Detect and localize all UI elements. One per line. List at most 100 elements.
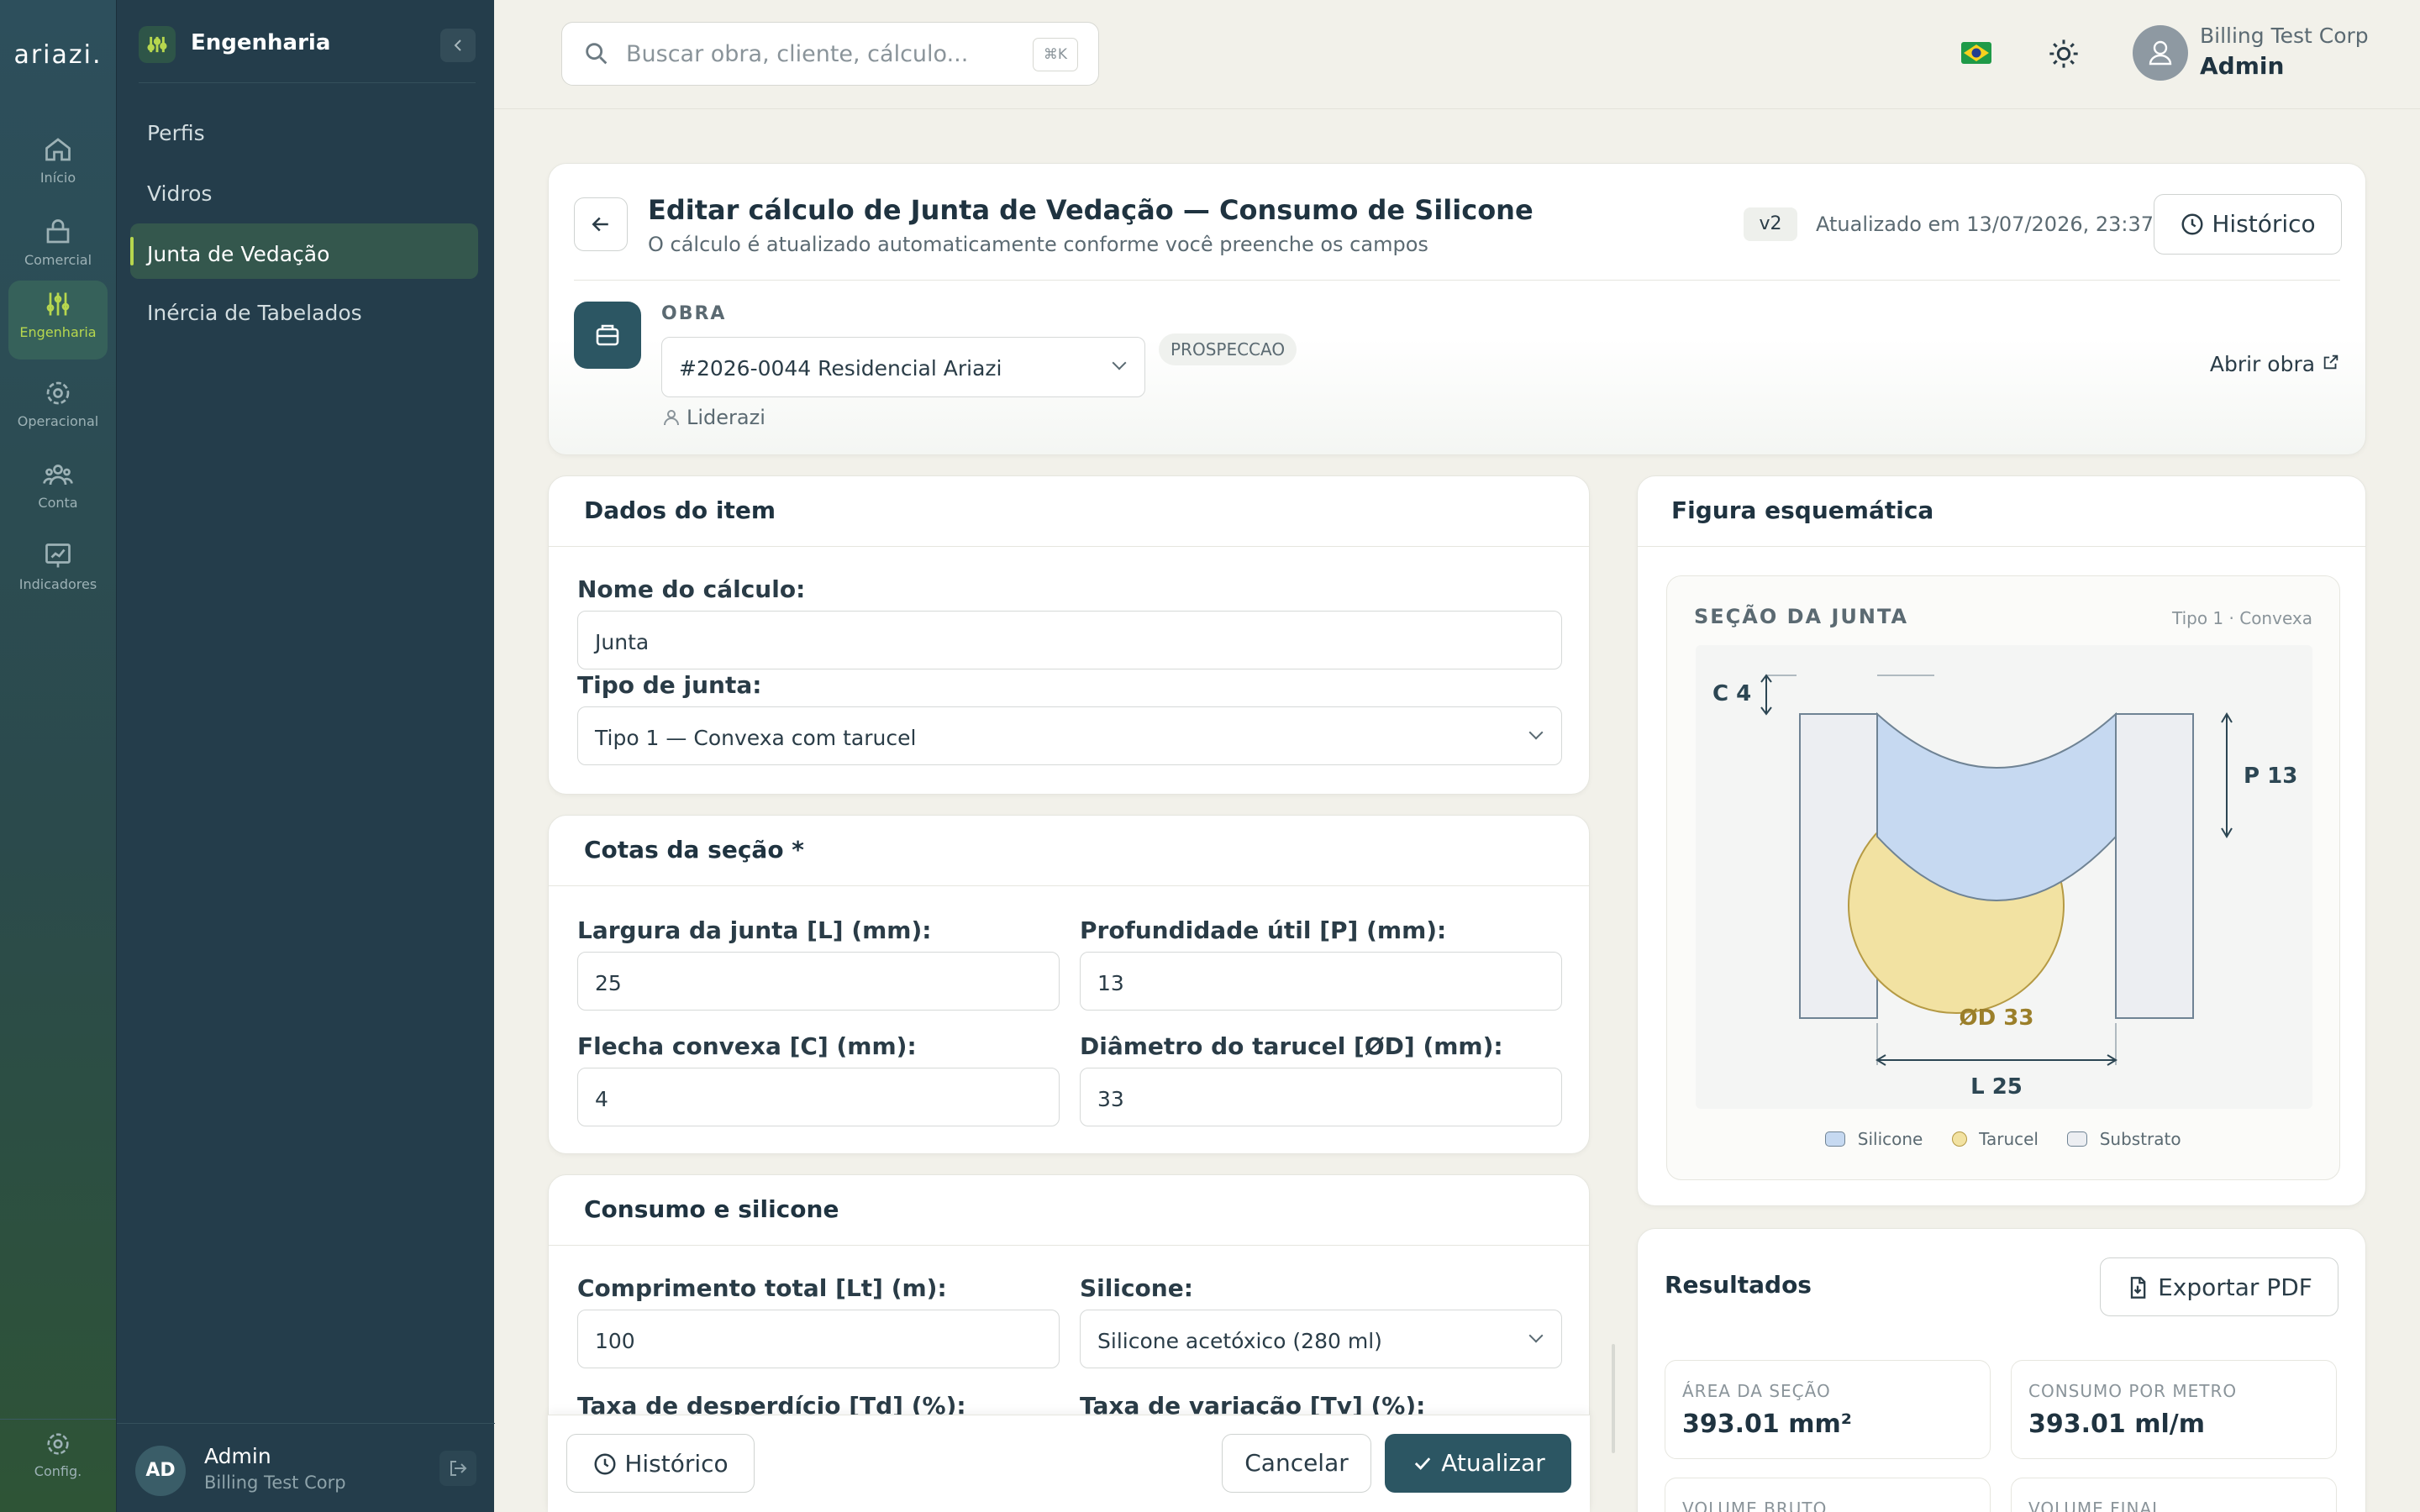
arrow-left-icon [592, 217, 608, 232]
kpi-value: 393.01 ml/m [2028, 1410, 2205, 1439]
kpi-label: CONSUMO POR METRO [2028, 1381, 2238, 1401]
rail-label: Engenharia [19, 324, 97, 340]
diameter-input[interactable]: 33 [1080, 1068, 1562, 1126]
panel-item-perfis[interactable]: Perfis [130, 102, 478, 158]
sun-icon [2049, 39, 2078, 68]
clock-icon [2181, 213, 2203, 235]
clock-icon [594, 1453, 616, 1475]
dim-c: C 4 [1712, 681, 1751, 706]
kpi-label: VOLUME BRUTO [1682, 1499, 1828, 1512]
results-card: Resultados Exportar PDF ÁREA DA SEÇÃO 39… [1637, 1228, 2366, 1512]
joint-type-caption: Tipo 1 · Convexa [2171, 608, 2312, 628]
bag-icon [46, 219, 70, 244]
user-name: Admin [2200, 52, 2285, 80]
schematic-legend: Silicone Tarucel Substrato [1667, 1127, 2339, 1149]
chart-icon [45, 543, 71, 568]
obra-owner: Liderazi [687, 406, 765, 429]
legend-tarucel: Tarucel [1979, 1128, 2039, 1149]
rail-item-comercial[interactable]: Comercial [8, 208, 108, 284]
panel-item-vidros[interactable]: Vidros [130, 163, 478, 218]
silicone-label: Silicone: [1080, 1274, 1193, 1302]
section-panel: Engenharia Perfis Vidros Junta de Vedaçã… [116, 0, 495, 1512]
search-icon [586, 43, 608, 65]
gear-icon [46, 381, 70, 405]
check-icon [1415, 1457, 1431, 1470]
obra-select[interactable]: #2026-0044 Residencial Ariazi [661, 337, 1145, 397]
schematic-title: Figura esquemática [1671, 496, 1934, 524]
search-input[interactable]: Buscar obra, cliente, cálculo... ⌘K [561, 22, 1099, 86]
open-obra-label: Abrir obra [2209, 352, 2316, 376]
item-data-card: Dados do item Nome do cálculo: Junta Tip… [548, 475, 1590, 795]
total-length-label: Comprimento total [Lt] (m): [577, 1274, 947, 1302]
users-icon [43, 465, 73, 486]
rail-label: Indicadores [18, 576, 97, 592]
dimensions-card-title: Cotas da seção * [584, 836, 804, 864]
shortcut-badge: ⌘K [1033, 38, 1078, 71]
action-bar: Histórico Cancelar Atualizar [548, 1415, 1590, 1512]
rail-label: Operacional [17, 413, 99, 429]
sliders-icon [139, 26, 176, 63]
kpi-value: 393.01 mm² [1682, 1410, 1852, 1439]
logout-button[interactable] [439, 1451, 476, 1486]
external-link-icon [2323, 354, 2338, 370]
substrate-right [2115, 713, 2194, 1019]
dim-d: ØD 33 [1960, 1005, 2034, 1031]
joint-section-label: SEÇÃO DA JUNTA [1694, 605, 1909, 628]
silicone-select[interactable]: Silicone acetóxico (280 ml) [1080, 1310, 1562, 1368]
kpi-consumption: CONSUMO POR METRO 393.01 ml/m [2011, 1360, 2337, 1459]
export-pdf-button[interactable]: Exportar PDF [2100, 1257, 2338, 1316]
rail-item-operacional[interactable]: Operacional [8, 370, 108, 445]
obra-status-badge: PROSPECCAO [1159, 333, 1297, 365]
calc-name-label: Nome do cálculo: [577, 575, 806, 603]
schematic-card: Figura esquemática SEÇÃO DA JUNTA Tipo 1… [1637, 475, 2366, 1206]
panel-item-junta-de-vedacao[interactable]: Junta de Vedação [130, 223, 478, 279]
update-button-label: Atualizar [1441, 1449, 1545, 1477]
page-title: Editar cálculo de Junta de Vedação — Con… [648, 194, 1534, 226]
footer-history-button[interactable]: Histórico [566, 1434, 755, 1493]
home-icon [45, 138, 71, 161]
user-avatar[interactable] [2133, 25, 2188, 81]
rail-item-inicio[interactable]: Início [8, 126, 108, 202]
obra-label: OBRA [661, 303, 727, 324]
rail-item-indicadores[interactable]: Indicadores [8, 533, 108, 608]
rail-label: Comercial [24, 252, 92, 268]
theme-toggle-button[interactable] [2047, 37, 2081, 74]
width-input[interactable]: 25 [577, 952, 1060, 1011]
rail-label: Conta [38, 495, 78, 511]
total-length-input[interactable]: 100 [577, 1310, 1060, 1368]
open-obra-link[interactable]: Abrir obra [2210, 352, 2340, 376]
collapse-panel-button[interactable] [440, 29, 476, 62]
search-placeholder: Buscar obra, cliente, cálculo... [626, 41, 969, 67]
rail-item-conta[interactable]: Conta [8, 451, 108, 527]
depth-input[interactable]: 13 [1080, 952, 1562, 1011]
cancel-button[interactable]: Cancelar [1222, 1434, 1371, 1493]
panel-item-inercia-de-tabelados[interactable]: Inércia de Tabelados [130, 282, 478, 338]
kpi-area: ÁREA DA SEÇÃO 393.01 mm² [1665, 1360, 1991, 1459]
sliders-icon [46, 292, 70, 316]
diameter-label: Diâmetro do tarucel [ØD] (mm): [1080, 1032, 1503, 1060]
update-button[interactable]: Atualizar [1385, 1434, 1571, 1493]
panel-user-name: Admin [204, 1444, 271, 1468]
history-button[interactable]: Histórico [2154, 194, 2342, 255]
panel-user-org: Billing Test Corp [204, 1473, 346, 1493]
user-icon [2149, 40, 2172, 66]
back-button[interactable] [574, 197, 628, 251]
legend-silicone: Silicone [1857, 1128, 1923, 1149]
page-subtitle: O cálculo é atualizado automaticamente c… [648, 233, 1428, 256]
dim-p: P 13 [2244, 764, 2297, 789]
app-rail: ariazi. Início Comercial Engenharia Oper… [0, 0, 116, 1512]
kpi-label: VOLUME FINAL [2028, 1499, 2163, 1512]
footer-history-label: Histórico [624, 1450, 729, 1478]
joint-type-select[interactable]: Tipo 1 — Convexa com tarucel [577, 706, 1562, 765]
calc-name-input[interactable]: Junta [577, 611, 1562, 669]
panel-title: Engenharia [191, 30, 331, 55]
width-label: Largura da junta [L] (mm): [577, 916, 932, 944]
convex-input[interactable]: 4 [577, 1068, 1060, 1126]
rail-item-config[interactable]: Config. [8, 1421, 108, 1497]
scrollbar[interactable] [1612, 1344, 1615, 1453]
flag-brazil-icon[interactable] [1961, 42, 1991, 64]
depth-label: Profundidade útil [P] (mm): [1080, 916, 1447, 944]
kpi-volume-final: VOLUME FINAL [2011, 1478, 2337, 1512]
rail-item-engenharia[interactable]: Engenharia [8, 281, 108, 360]
avatar: AD [135, 1446, 186, 1496]
